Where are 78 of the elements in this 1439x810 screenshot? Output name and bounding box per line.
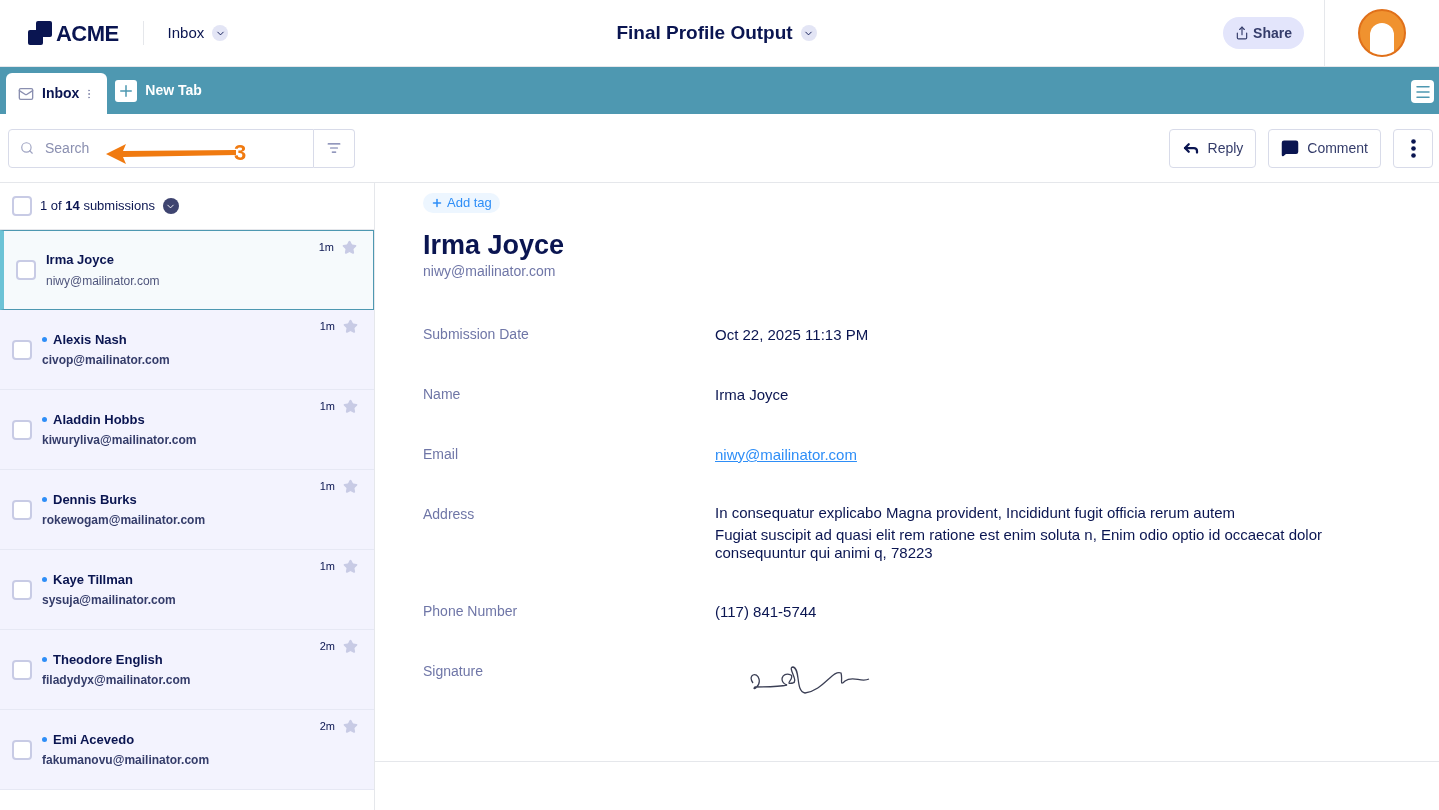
field-label: Name xyxy=(423,385,462,404)
more-button[interactable] xyxy=(1393,128,1433,168)
reply-button[interactable]: Reply xyxy=(1168,128,1257,168)
submitter-email: filadydyx@mailinator.com xyxy=(42,672,191,690)
time-ago: 1m xyxy=(319,559,335,574)
form-title-dropdown[interactable]: Final Profile Output xyxy=(616,18,817,48)
submission-item[interactable]: Aladdin Hobbs kiwuryliva@mailinator.com 1m xyxy=(0,390,374,470)
submission-item[interactable]: Dennis Burks rokewogam@mailinator.com 1m xyxy=(0,470,374,550)
star-icon[interactable] xyxy=(343,318,358,334)
filter-icon xyxy=(327,141,341,155)
submitter-email: niwy@mailinator.com xyxy=(46,272,160,290)
submitter-heading: Irma Joyce xyxy=(423,229,566,261)
address-line: In consequatur explicabo Magna provident, Incididunt fugit officia rerum autem xyxy=(715,504,1237,522)
submitter-email: fakumanovu@mailinator.com xyxy=(42,752,210,770)
time-ago: 2m xyxy=(319,639,335,654)
time-ago: 1m xyxy=(319,399,335,414)
time-ago: 2m xyxy=(319,719,335,734)
submitter-name: Aladdin Hobbs xyxy=(53,410,145,429)
submitter-name: Emi Acevedo xyxy=(53,730,135,749)
submission-count: 1 of 14 submissions xyxy=(40,197,155,216)
submitter-name: Theodore English xyxy=(53,650,163,669)
field-label: Address xyxy=(423,505,476,524)
star-icon[interactable] xyxy=(343,558,358,574)
annotation-number: 3 xyxy=(234,139,247,167)
filter-button[interactable] xyxy=(314,128,355,168)
field-value: Irma Joyce xyxy=(715,385,789,405)
row-checkbox[interactable] xyxy=(12,499,32,520)
row-checkbox[interactable] xyxy=(16,260,36,280)
field-label: Submission Date xyxy=(423,325,530,344)
row-checkbox[interactable] xyxy=(12,659,32,680)
avatar[interactable] xyxy=(1358,9,1406,57)
comment-button[interactable]: Comment xyxy=(1268,128,1381,168)
field-value: (117) 841-5744 xyxy=(715,602,817,622)
logo-icon xyxy=(28,21,52,45)
submitter-name: Alexis Nash xyxy=(53,330,127,349)
search-icon xyxy=(20,140,34,155)
star-icon[interactable] xyxy=(343,478,358,494)
menu-button[interactable] xyxy=(1411,80,1434,103)
address-line: Fugiat suscipit ad quasi elit rem ratione est enim soluta n, Enim odio optio id occaecat dolor consequuntur qui animi q, 78223 xyxy=(715,526,1323,562)
star-icon[interactable] xyxy=(343,718,358,734)
star-icon[interactable] xyxy=(343,398,358,414)
share-arrow-icon xyxy=(1235,26,1250,40)
more-icon xyxy=(1410,138,1416,158)
row-checkbox[interactable] xyxy=(12,419,32,440)
time-ago: 1m xyxy=(318,240,334,255)
annotation-arrow-icon xyxy=(106,141,236,164)
section-dropdown[interactable]: Inbox xyxy=(167,21,229,45)
submitter-name: Dennis Burks xyxy=(53,490,137,509)
submitter-email: niwy@mailinator.com xyxy=(423,262,557,281)
submitter-name: Kaye Tillman xyxy=(53,570,133,589)
submission-item[interactable]: Theodore English filadydyx@mailinator.com 2m xyxy=(0,630,374,710)
select-all-checkbox[interactable] xyxy=(12,196,32,216)
row-checkbox[interactable] xyxy=(12,579,32,600)
submitter-email: rokewogam@mailinator.com xyxy=(42,512,206,530)
submission-item[interactable]: Irma Joyce niwy@mailinator.com 1m xyxy=(0,230,374,310)
submission-item[interactable]: Kaye Tillman sysuja@mailinator.com 1m xyxy=(0,550,374,630)
submitter-name: Irma Joyce xyxy=(46,251,114,270)
tab[interactable]: Inbox xyxy=(6,73,108,114)
submission-item[interactable]: Emi Acevedo fakumanovu@mailinator.com 2m xyxy=(0,710,374,790)
submission-item[interactable]: Alexis Nash civop@mailinator.com 1m xyxy=(0,310,374,390)
row-checkbox[interactable] xyxy=(12,739,32,760)
inbox-icon xyxy=(18,85,34,102)
share-button[interactable]: Share xyxy=(1223,17,1304,49)
field-label: Email xyxy=(423,445,459,464)
field-value: Oct 22, 2025 11:13 PM xyxy=(715,325,869,345)
plus-icon xyxy=(431,197,443,209)
star-icon[interactable] xyxy=(342,239,357,255)
submitter-email: sysuja@mailinator.com xyxy=(42,592,176,610)
time-ago: 1m xyxy=(319,479,335,494)
logo-text: ACME xyxy=(56,19,119,48)
comment-icon xyxy=(1281,139,1300,157)
time-ago: 1m xyxy=(319,319,335,334)
row-checkbox[interactable] xyxy=(12,339,32,360)
submitter-email: kiwuryliva@mailinator.com xyxy=(42,432,197,450)
submitter-email: civop@mailinator.com xyxy=(42,352,170,370)
field-label: Signature xyxy=(423,662,484,681)
field-label: Phone Number xyxy=(423,602,519,621)
star-icon[interactable] xyxy=(343,638,358,654)
